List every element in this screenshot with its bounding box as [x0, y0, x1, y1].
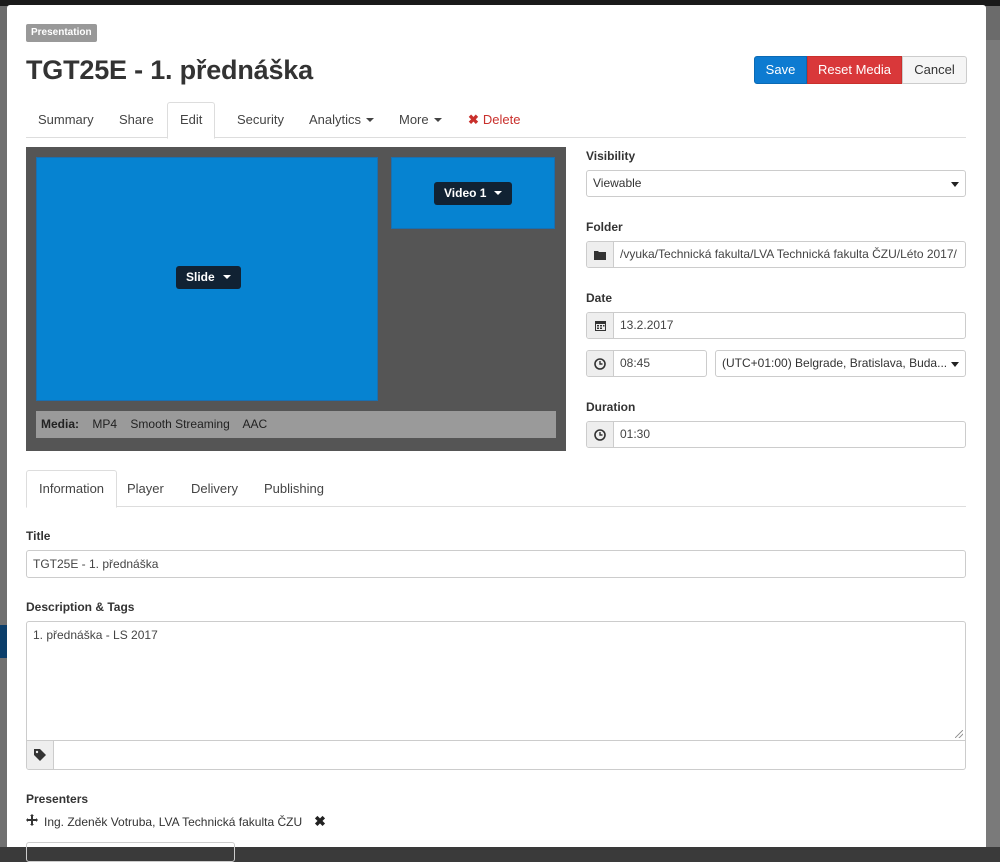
action-buttons: Save Reset Media Cancel: [754, 56, 967, 84]
description-textarea[interactable]: 1. přednáška - LS 2017: [26, 621, 966, 741]
tab-share[interactable]: Share: [107, 102, 166, 138]
media-formats-bar: Media: MP4 Smooth Streaming AAC: [36, 411, 556, 438]
background-right-pane: [986, 40, 1000, 847]
date-value: 13.2.2017: [620, 318, 674, 332]
visibility-label: Visibility: [586, 149, 636, 163]
chevron-down-icon: [951, 362, 959, 367]
cancel-button[interactable]: Cancel: [902, 56, 967, 84]
tab-delete[interactable]: ✖ Delete: [456, 102, 532, 138]
presenters-label: Presenters: [26, 792, 89, 806]
page-title: TGT25E - 1. přednáška: [26, 55, 313, 85]
caret-down-icon: [222, 274, 231, 279]
visibility-select[interactable]: Viewable: [586, 170, 966, 197]
caret-down-icon: [433, 117, 442, 122]
tag-icon: [27, 741, 54, 769]
tab-label: Delete: [482, 112, 521, 127]
tab-label: Player: [127, 481, 164, 496]
background-blue-bar: [0, 625, 7, 658]
video-label: Video 1: [444, 186, 487, 200]
add-presenter-input[interactable]: [26, 842, 235, 862]
caret-down-icon: [366, 117, 375, 122]
tab-label: Summary: [38, 112, 94, 127]
media-label: Media:: [41, 417, 80, 431]
move-icon[interactable]: [26, 814, 38, 829]
folder-value: /vyuka/Technická fakulta/LVA Technická f…: [620, 247, 957, 261]
visibility-value: Viewable: [593, 176, 642, 190]
tab-label: Share: [119, 112, 154, 127]
tab-edit[interactable]: Edit: [167, 102, 216, 139]
title-label: Title: [26, 529, 51, 543]
chevron-down-icon: [951, 182, 959, 187]
timezone-value: (UTC+01:00) Belgrade, Bratislava, Buda..…: [722, 356, 948, 370]
tags-field[interactable]: [26, 740, 966, 770]
tab-summary[interactable]: Summary: [26, 102, 106, 138]
duration-field[interactable]: 01:30: [586, 421, 966, 448]
tab-label: Publishing: [264, 481, 324, 496]
video-dropdown[interactable]: Video 1: [434, 182, 513, 205]
tab-delivery[interactable]: Delivery: [179, 470, 250, 507]
tab-label: Edit: [180, 112, 203, 127]
calendar-icon: [587, 313, 614, 338]
media-format: AAC: [242, 417, 268, 431]
presenter-item: Ing. Zdeněk Votruba, LVA Technická fakul…: [26, 813, 326, 830]
clock-icon: [587, 422, 614, 447]
date-field[interactable]: 13.2.2017: [586, 312, 966, 339]
tab-information[interactable]: Information: [26, 470, 118, 508]
video-stream: Video 1: [391, 157, 555, 229]
media-format: MP4: [92, 417, 118, 431]
resize-handle-icon[interactable]: [955, 730, 963, 738]
timezone-select[interactable]: (UTC+01:00) Belgrade, Bratislava, Buda..…: [715, 350, 966, 377]
close-icon: ✖: [468, 112, 479, 127]
media-preview: Slide Video 1 Media: MP4 Smooth Streamin…: [26, 147, 566, 451]
tab-player[interactable]: Player: [115, 470, 176, 507]
remove-presenter-icon[interactable]: ✖: [314, 813, 326, 830]
type-badge: Presentation: [26, 24, 97, 42]
save-button[interactable]: Save: [754, 56, 807, 84]
tab-label: More: [399, 112, 429, 127]
folder-label: Folder: [586, 220, 623, 234]
slide-stream: Slide: [36, 157, 378, 401]
date-label: Date: [586, 291, 613, 305]
duration-value: 01:30: [620, 427, 651, 441]
tab-label: Security: [237, 112, 284, 127]
slide-dropdown[interactable]: Slide: [176, 266, 241, 289]
tab-label: Analytics: [309, 112, 362, 127]
tab-security[interactable]: Security: [225, 102, 296, 138]
main-tabs: Summary Share Edit Security Analytics Mo…: [26, 102, 966, 139]
slide-label: Slide: [186, 270, 215, 284]
caret-down-icon: [494, 190, 503, 195]
description-value: 1. přednáška - LS 2017: [33, 628, 158, 642]
tags-value: [54, 741, 965, 769]
tab-label: Information: [39, 481, 105, 496]
folder-icon: [587, 242, 614, 267]
title-input[interactable]: TGT25E - 1. přednáška: [26, 550, 966, 578]
edit-session-modal: Presentation TGT25E - 1. přednáška Save …: [7, 5, 986, 862]
clock-icon: [587, 351, 614, 376]
reset-media-button[interactable]: Reset Media: [807, 56, 902, 84]
tab-more[interactable]: More: [387, 102, 454, 138]
tab-label: Delivery: [191, 481, 238, 496]
media-format: Smooth Streaming: [130, 417, 230, 431]
tab-analytics[interactable]: Analytics: [297, 102, 386, 138]
presenter-name: Ing. Zdeněk Votruba, LVA Technická fakul…: [44, 814, 303, 829]
folder-field[interactable]: /vyuka/Technická fakulta/LVA Technická f…: [586, 241, 966, 268]
description-label: Description & Tags: [26, 600, 135, 614]
time-field[interactable]: 08:45: [586, 350, 707, 377]
time-value: 08:45: [620, 356, 651, 370]
tab-publishing[interactable]: Publishing: [252, 470, 336, 507]
detail-tabs: Information Player Delivery Publishing: [26, 470, 966, 508]
background-left-strip: [0, 40, 7, 847]
duration-label: Duration: [586, 400, 636, 414]
